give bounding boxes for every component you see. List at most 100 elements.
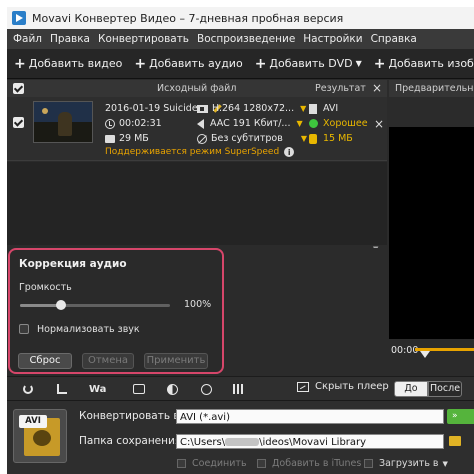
title-bar: Movavi Конвертер Видео – 7-дневная пробн… — [7, 7, 474, 29]
output-format-select[interactable]: AVI (*.avi) — [176, 409, 444, 424]
convert-to-label: Конвертировать в: — [79, 410, 184, 422]
merge-label: Соединить — [192, 458, 247, 469]
audio-tool[interactable] — [233, 382, 245, 396]
file-duration: 00:02:31 — [119, 118, 162, 129]
folder-icon — [105, 134, 115, 143]
normalize-label[interactable]: Нормализовать звук — [37, 324, 140, 335]
file-name: 2016-01-19 Suicide... — [105, 103, 207, 114]
result-quality[interactable]: Хорошее — [309, 118, 368, 129]
audio-dropdown-icon[interactable]: ▼ — [296, 119, 302, 128]
menu-convert[interactable]: Конвертировать — [98, 33, 189, 45]
app-window: Movavi Конвертер Видео – 7-дневная пробн… — [7, 7, 474, 474]
add-audio-button[interactable]: + Добавить аудио — [134, 56, 242, 72]
plus-icon: + — [373, 55, 386, 72]
audio-panel-title: Коррекция аудио — [19, 258, 127, 270]
video-thumbnail[interactable] — [33, 101, 93, 143]
menu-help[interactable]: Справка — [371, 33, 417, 45]
preview-header: Предварительный — [389, 80, 474, 97]
file-size: 29 МБ — [119, 133, 149, 144]
video-dropdown-icon[interactable]: ▼ — [300, 104, 306, 113]
hide-player-button[interactable]: Скрыть плеер — [297, 381, 389, 392]
path-suffix: \ideos\Movavi Library — [259, 437, 367, 448]
merge-checkbox[interactable] — [177, 459, 186, 468]
stabilize-icon — [201, 383, 212, 395]
audio-codec-cell[interactable]: AAC 191 Кбит/... ▼ — [197, 118, 303, 129]
merge-option[interactable]: Соединить — [177, 458, 247, 469]
volume-slider-fill — [20, 304, 61, 307]
volume-slider[interactable] — [20, 300, 170, 310]
crop-icon — [57, 384, 67, 394]
file-row[interactable]: 2016-01-19 Suicide... 00:02:31 29 МБ H.2… — [7, 97, 387, 161]
save-folder-field[interactable]: C:\Users\ \ideos\Movavi Library — [176, 434, 444, 449]
output-format-icon[interactable]: AVI — [13, 409, 67, 463]
result-column-header: Результат — [315, 83, 366, 94]
watermark-tool[interactable]: Wa — [89, 382, 106, 396]
remove-file-close-icon[interactable]: × — [374, 117, 384, 131]
volume-slider-knob[interactable] — [55, 300, 66, 310]
subtitles-value: Без субтитров — [211, 133, 283, 144]
audio-codec: AAC 191 Кбит/... — [210, 118, 291, 129]
size-cell: 29 МБ — [105, 133, 149, 144]
storage-icon — [309, 133, 317, 144]
select-all-checkbox[interactable] — [13, 83, 24, 94]
preview-screen — [389, 127, 474, 339]
file-list-empty-area — [7, 162, 387, 245]
equalizer-icon — [233, 384, 245, 394]
video-codec-cell[interactable]: H.264 1280x72... ▼ — [197, 103, 306, 114]
plus-icon: + — [254, 55, 267, 72]
info-icon[interactable]: i — [284, 147, 295, 157]
itunes-label: Добавить в iTunes — [272, 458, 362, 469]
audio-correction-panel: Коррекция аудио Громкость 100% Нормализо… — [8, 248, 224, 374]
apply-button[interactable]: Применить — [144, 353, 208, 369]
crop-tool[interactable] — [57, 382, 67, 396]
adjust-tool[interactable] — [167, 382, 178, 396]
upload-label: Загрузить в — [379, 458, 439, 469]
add-image-button[interactable]: + Добавить изображение — [374, 56, 474, 72]
menu-file[interactable]: Файл — [13, 33, 42, 45]
upload-option[interactable]: Загрузить в ▼ — [364, 458, 448, 469]
subtitles-dropdown-icon[interactable]: ▼ — [301, 134, 307, 143]
file-checkbox[interactable] — [13, 117, 24, 128]
hide-player-label: Скрыть плеер — [315, 381, 389, 392]
after-toggle[interactable]: После — [428, 381, 462, 397]
itunes-option[interactable]: Добавить в iTunes — [257, 458, 361, 469]
video-codec: H.264 1280x72... — [212, 103, 295, 114]
result-format-label: AVI — [323, 103, 339, 114]
result-size: 15 МБ — [309, 133, 353, 144]
menu-settings[interactable]: Настройки — [303, 33, 362, 45]
plus-icon: + — [14, 55, 26, 72]
reset-button[interactable]: Сброс — [18, 353, 72, 369]
menu-edit[interactable]: Правка — [50, 33, 90, 45]
chevron-down-icon[interactable]: ▼ — [443, 460, 448, 468]
add-image-label: Добавить изображение — [388, 57, 474, 70]
subtitles-cell[interactable]: Без субтитров ▼ — [197, 133, 307, 144]
speaker-icon — [197, 118, 204, 129]
effects-icon — [133, 384, 145, 394]
playhead-marker[interactable] — [420, 351, 430, 358]
before-toggle[interactable]: До — [394, 381, 428, 397]
save-folder-label: Папка сохранения: — [79, 435, 185, 447]
browse-folder-icon[interactable] — [448, 434, 462, 448]
add-dvd-button[interactable]: + Добавить DVD ▼ — [255, 56, 362, 72]
normalize-checkbox[interactable] — [19, 324, 29, 334]
volume-value: 100% — [184, 299, 212, 310]
superspeed-text: Поддерживается режим SuperSpeed — [105, 147, 280, 157]
clear-list-close-icon[interactable]: × — [372, 81, 382, 95]
rotate-tool[interactable] — [23, 382, 33, 396]
effects-tool[interactable] — [133, 382, 145, 396]
chevron-down-icon[interactable]: ▼ — [356, 59, 362, 68]
convert-button[interactable]: » — [447, 409, 474, 424]
add-audio-label: Добавить аудио — [149, 57, 243, 70]
add-video-label: Добавить видео — [28, 57, 123, 70]
upload-checkbox[interactable] — [364, 459, 373, 468]
quality-status-icon — [309, 119, 318, 128]
add-video-button[interactable]: + Добавить видео — [14, 56, 122, 72]
itunes-checkbox[interactable] — [257, 459, 266, 468]
superspeed-notice: Поддерживается режим SuperSpeed i — [105, 147, 295, 157]
duration-cell: 00:02:31 — [105, 118, 162, 129]
edit-toolbar: Wa Скрыть плеер До После — [7, 376, 474, 400]
redacted-username — [225, 438, 260, 446]
cancel-button[interactable]: Отмена — [82, 353, 134, 369]
menu-playback[interactable]: Воспроизведение — [197, 33, 295, 45]
stabilize-tool[interactable] — [201, 382, 212, 396]
